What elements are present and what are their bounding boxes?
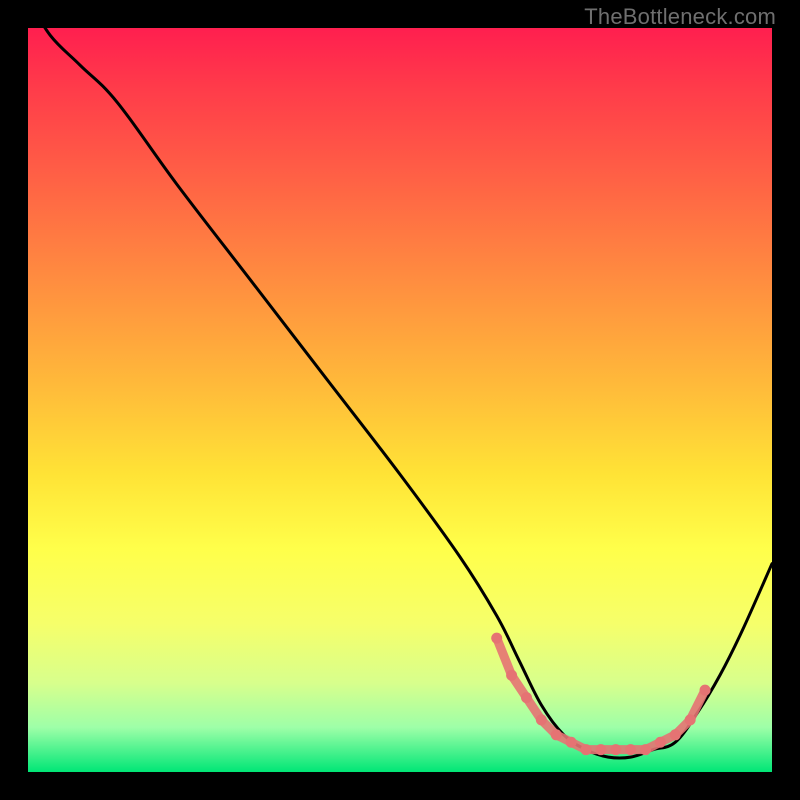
sweet-spot-marker	[610, 744, 621, 755]
sweet-spot-marker	[566, 737, 577, 748]
sweet-spot-marker	[625, 744, 636, 755]
sweet-spot-marker	[506, 670, 517, 681]
chart-container: TheBottleneck.com	[0, 0, 800, 800]
sweet-spot-marker	[640, 744, 651, 755]
sweet-spot-marker	[670, 729, 681, 740]
sweet-spot-marker	[581, 744, 592, 755]
watermark-text: TheBottleneck.com	[584, 4, 776, 30]
marker-layer	[491, 633, 710, 756]
sweet-spot-marker	[536, 714, 547, 725]
sweet-spot-marker	[521, 692, 532, 703]
chart-plot-area	[28, 28, 772, 772]
bottleneck-curve-path	[28, 28, 772, 758]
sweet-spot-marker	[595, 744, 606, 755]
sweet-spot-marker	[551, 729, 562, 740]
sweet-spot-marker	[491, 633, 502, 644]
sweet-spot-marker	[655, 737, 666, 748]
sweet-spot-marker	[685, 714, 696, 725]
chart-svg	[28, 28, 772, 772]
sweet-spot-marker	[700, 685, 711, 696]
curve-layer	[28, 28, 772, 758]
